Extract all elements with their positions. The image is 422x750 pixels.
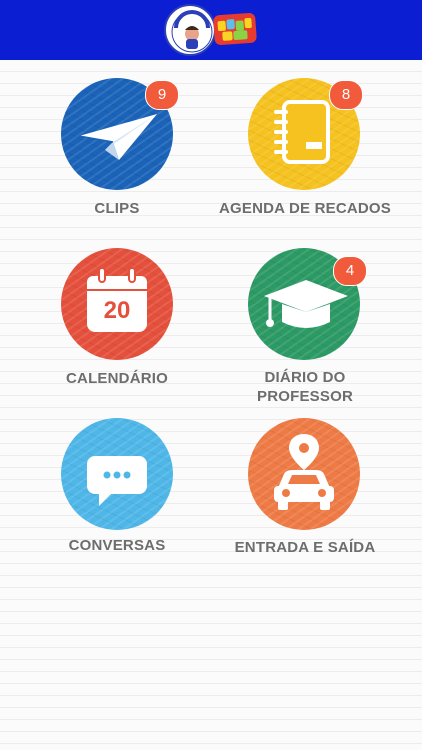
kids-club-logo: [164, 4, 216, 56]
diario-label-line2: PROFESSOR: [257, 388, 353, 405]
chat-bubble-icon: [87, 456, 147, 506]
clips-badge: 9: [145, 80, 179, 110]
tile-entrada-e-saida[interactable]: ENTRADA E SAÍDA: [205, 418, 405, 558]
car-location-icon: [274, 434, 334, 510]
diario-badge: 4: [333, 256, 367, 286]
app-header: [0, 0, 422, 60]
entrada-label: ENTRADA E SAÍDA: [234, 539, 376, 556]
calendario-icon-circle[interactable]: 20: [61, 248, 173, 360]
agenda-label: AGENDA DE RECADOS: [218, 200, 392, 217]
clips-label: CLIPS: [94, 200, 140, 217]
tile-conversas[interactable]: CONVERSAS: [17, 418, 217, 558]
calendar-day-number: 20: [103, 297, 131, 324]
tile-diario-do-professor[interactable]: 4 DIÁRIO DO PROFESSOR: [205, 248, 405, 408]
tile-agenda-de-recados[interactable]: 8 AGENDA DE RECADOS: [205, 78, 405, 218]
agenda-badge: 8: [329, 80, 363, 110]
tile-calendario[interactable]: 20 CALENDÁRIO: [17, 248, 217, 388]
tile-clips[interactable]: 9 CLIPS: [17, 78, 217, 218]
conversas-label: CONVERSAS: [68, 537, 166, 554]
entrada-icon-circle[interactable]: [248, 418, 360, 530]
diario-label-line1: DIÁRIO DO: [264, 369, 346, 386]
calendario-label: CALENDÁRIO: [66, 370, 168, 387]
kids-club-badge: [213, 12, 257, 46]
conversas-icon-circle[interactable]: [61, 418, 173, 530]
